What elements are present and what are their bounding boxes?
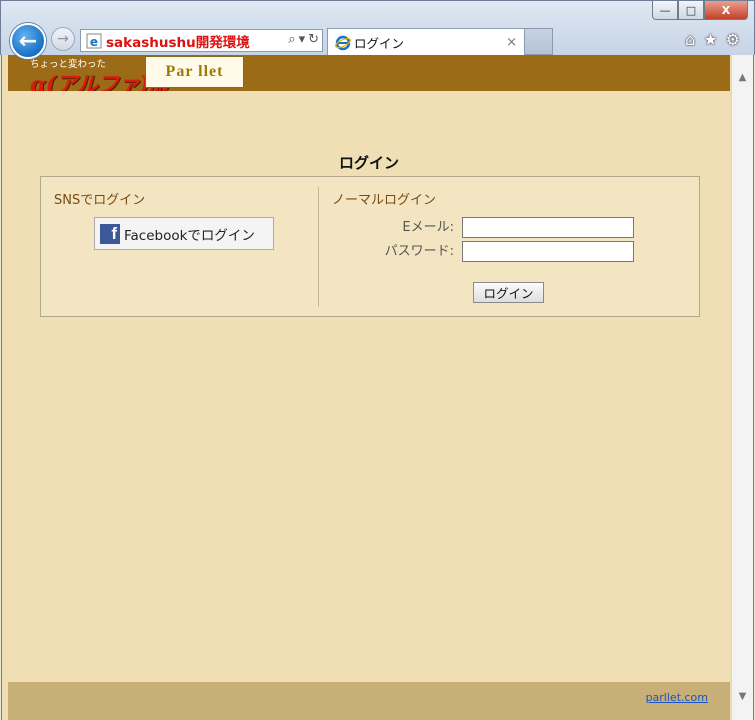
favorites-star-icon[interactable]: ★ <box>703 30 717 49</box>
toolbar-icons: ⌂ ★ ⚙ <box>685 30 740 49</box>
minimize-button[interactable]: — <box>652 1 678 20</box>
email-label: Eメール: <box>402 220 454 235</box>
address-bar[interactable]: e sakashushu開発環境 ⌕ ▾ ↻ <box>80 29 323 52</box>
svg-text:e: e <box>90 35 98 49</box>
facebook-icon: f <box>100 223 120 244</box>
new-tab-button[interactable] <box>525 28 553 55</box>
tab-title: ログイン <box>354 36 405 51</box>
sns-login-heading: SNSでログイン <box>54 193 146 208</box>
back-arrow-icon: ← <box>18 28 38 54</box>
password-field[interactable] <box>462 241 634 262</box>
search-icon[interactable]: ⌕ <box>288 32 295 47</box>
login-panel: SNSでログイン f Facebookでログイン ノーマルログイン Eメール: … <box>40 176 700 317</box>
page-body: ログイン SNSでログイン f Facebookでログイン ノーマルログイン E… <box>8 91 730 682</box>
normal-login-section: ノーマルログイン Eメール: パスワード: ログイン <box>319 177 699 316</box>
forward-arrow-icon: → <box>57 31 69 47</box>
ie-page-icon: e <box>86 33 102 49</box>
back-button[interactable]: ← <box>10 23 46 59</box>
gear-icon[interactable]: ⚙ <box>726 30 740 49</box>
login-submit-button[interactable]: ログイン <box>473 282 544 303</box>
scroll-down-icon[interactable]: ▼ <box>732 686 753 706</box>
page-title: ログイン <box>338 154 399 172</box>
close-button[interactable]: X <box>704 1 748 20</box>
maximize-button[interactable]: □ <box>678 1 704 20</box>
tab-close-icon[interactable]: × <box>506 35 517 50</box>
forward-button[interactable]: → <box>51 27 75 51</box>
parllet-logo[interactable]: Par llet <box>145 56 244 88</box>
scroll-up-icon[interactable]: ▲ <box>732 67 753 87</box>
facebook-login-button[interactable]: f Facebookでログイン <box>94 217 274 250</box>
home-icon[interactable]: ⌂ <box>685 30 695 49</box>
browser-chrome: — □ X ← → e sakashushu開発環境 ⌕ ▾ ↻ ログイン × … <box>0 0 755 59</box>
facebook-login-label: Facebookでログイン <box>124 227 255 244</box>
parllet-logo-text: Par llet <box>165 63 224 80</box>
password-label: パスワード: <box>384 244 454 259</box>
address-text[interactable]: sakashushu開発環境 <box>106 31 276 51</box>
refresh-icon[interactable]: ↻ <box>308 32 319 47</box>
window-controls: — □ X <box>652 1 748 21</box>
sns-login-section: SNSでログイン f Facebookでログイン <box>41 177 319 316</box>
vertical-scrollbar[interactable]: ▲ ▼ <box>731 55 753 720</box>
ie-logo-icon <box>335 35 351 50</box>
address-tools: ⌕ ▾ ↻ <box>288 32 319 47</box>
page-viewport: ちょっと変わった α(アルファ)版 Par llet ログイン SNSでログイン… <box>1 55 754 720</box>
dropdown-icon[interactable]: ▾ <box>299 32 306 47</box>
footer-link[interactable]: parllet.com <box>646 691 708 704</box>
email-field[interactable] <box>462 217 634 238</box>
site-header: ちょっと変わった α(アルファ)版 Par llet <box>8 55 730 98</box>
site-footer: parllet.com <box>8 682 730 720</box>
tab-login[interactable]: ログイン × <box>327 28 525 56</box>
normal-login-heading: ノーマルログイン <box>332 193 437 208</box>
